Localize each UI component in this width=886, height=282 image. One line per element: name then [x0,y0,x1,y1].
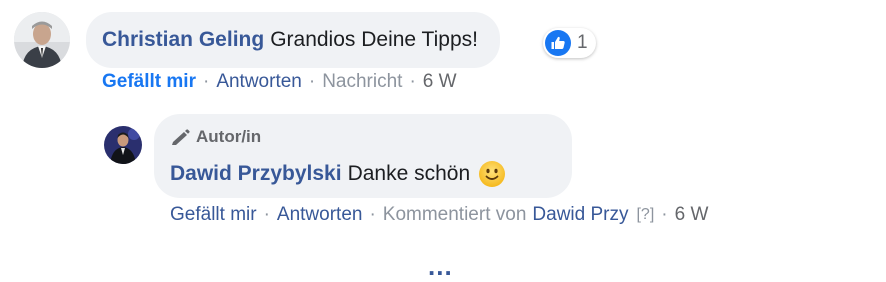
comment-actions: Gefällt mir · Antworten · Nachricht · 6 … [102,71,457,93]
reaction-badge[interactable]: 1 [543,28,596,58]
more-replies-button[interactable]: ... [428,253,453,279]
separator: · [409,71,416,92]
smiling-face-icon [478,160,506,188]
separator: · [263,204,270,225]
reply-text: Danke schön [347,162,471,185]
author-badge-label: Autor/in [196,127,262,146]
comment-text: Grandios Deine Tipps! [270,28,478,51]
separator: · [308,71,316,92]
reply-bubble: Autor/in Dawid Przybylski Danke schön [154,114,572,198]
separator: · [369,204,376,225]
commented-by-name-link[interactable]: Dawid Przy [532,204,628,226]
separator: · [661,204,668,225]
comment-message-button[interactable]: Nachricht [322,71,402,93]
reply-reply-button[interactable]: Antworten [277,204,363,226]
reply-author-avatar[interactable] [104,126,142,164]
separator: · [202,71,210,92]
comment-like-button[interactable]: Gefällt mir [102,71,196,93]
comment-reply-button[interactable]: Antworten [216,71,302,93]
help-button[interactable]: [?] [636,206,654,224]
like-icon [545,30,571,56]
reply-like-button[interactable]: Gefällt mir [170,204,257,226]
pen-icon [170,129,190,145]
commenter-avatar[interactable] [14,12,70,68]
comment-thread: Christian Geling Grandios Deine Tipps! 1… [0,0,886,282]
reply-author-link[interactable]: Dawid Przybylski [170,162,342,186]
comment-bubble: Christian Geling Grandios Deine Tipps! [86,12,500,68]
comment-author-link[interactable]: Christian Geling [102,28,264,52]
reply-timestamp[interactable]: 6 W [675,204,709,226]
reaction-count: 1 [577,32,588,53]
reply-actions: Gefällt mir · Antworten · Kommentiert vo… [170,204,708,226]
commented-by-prefix: Kommentiert von [382,204,527,225]
comment-timestamp[interactable]: 6 W [423,71,457,93]
author-badge: Autor/in [170,126,554,148]
